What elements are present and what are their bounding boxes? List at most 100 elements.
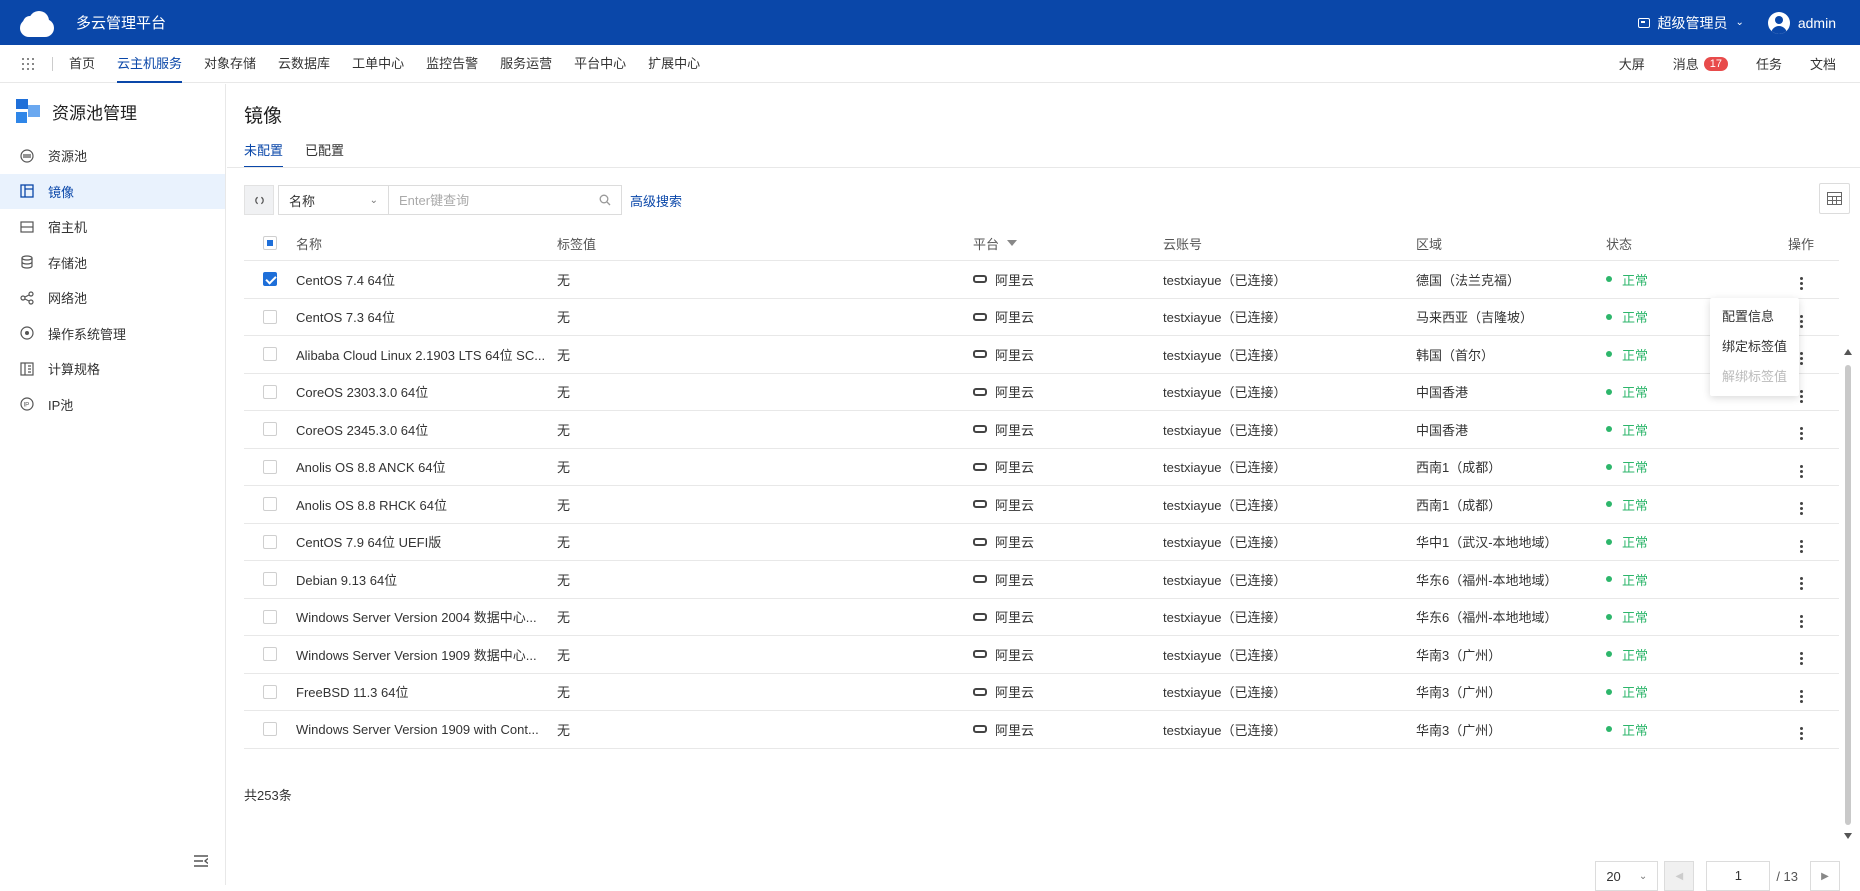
user-menu[interactable]: admin (1767, 11, 1836, 34)
more-actions-icon[interactable] (1799, 352, 1803, 366)
collapse-sidebar-icon[interactable] (194, 855, 208, 867)
menu-item[interactable]: 云数据库 (278, 45, 330, 83)
storage-icon (20, 255, 34, 269)
more-actions-icon[interactable] (1799, 502, 1803, 516)
sidebar-item[interactable]: 操作系统管理 (0, 316, 225, 352)
cell-account: testxiayue（已连接） (1163, 610, 1287, 626)
more-actions-icon[interactable] (1799, 614, 1803, 628)
row-checkbox[interactable] (263, 272, 277, 287)
filter-icon[interactable] (1007, 240, 1018, 246)
scroll-up-icon[interactable] (1844, 349, 1852, 355)
tab[interactable]: 已配置 (305, 140, 344, 168)
sidebar-item-label: 计算规格 (48, 362, 101, 378)
status-dot-icon (1606, 613, 1612, 620)
search-icon[interactable] (599, 194, 611, 206)
more-actions-icon[interactable] (1799, 314, 1803, 328)
more-actions-icon[interactable] (1799, 277, 1803, 291)
row-checkbox[interactable] (263, 609, 277, 624)
next-page-button[interactable]: ▶ (1810, 861, 1840, 891)
tab[interactable]: 未配置 (244, 140, 284, 168)
dropdown-item[interactable]: 绑定标签值 (1710, 332, 1799, 362)
dropdown-item[interactable]: 配置信息 (1710, 302, 1799, 332)
menu-item[interactable]: 对象存储 (204, 45, 256, 83)
row-checkbox[interactable] (263, 497, 277, 512)
menu-item[interactable]: 监控告警 (426, 45, 478, 83)
menu-item[interactable]: 扩展中心 (648, 45, 700, 83)
search-field-select[interactable]: 名称 ⌄ (278, 185, 389, 215)
table-row[interactable]: CentOS 7.3 64位 无 阿里云 testxiayue（已连接） 马来西亚（吉隆… (244, 299, 1839, 336)
menu-item[interactable]: 云主机服务 (117, 45, 183, 83)
menu-item[interactable]: 平台中心 (574, 45, 626, 83)
cell-region: 华南3（广州） (1416, 722, 1502, 738)
column-settings-button[interactable] (1819, 183, 1850, 214)
table-row[interactable]: Anolis OS 8.8 RHCK 64位 无 阿里云 testxiayue（已连接… (244, 486, 1839, 524)
table-row[interactable]: CentOS 7.4 64位 无 阿里云 testxiayue（已连接） 德国（法兰克福… (244, 261, 1839, 299)
docs-link[interactable]: 文档 (1810, 54, 1836, 73)
table-row[interactable]: CentOS 7.9 64位 UEFI版 无 阿里云 testxiayue（已连接） 华… (244, 524, 1839, 561)
menu-item[interactable]: 首页 (69, 45, 95, 83)
sidebar-item-label: 资源池 (48, 149, 88, 165)
cell-tag: 无 (557, 422, 571, 438)
row-checkbox[interactable] (263, 347, 277, 362)
tab-divider (227, 167, 1860, 168)
row-checkbox[interactable] (263, 684, 277, 699)
more-actions-icon[interactable] (1799, 577, 1803, 591)
cell-status: 正常 (1606, 720, 1771, 739)
messages-link[interactable]: 消息 17 (1673, 54, 1728, 73)
scrollbar-thumb[interactable] (1845, 365, 1851, 825)
more-actions-icon[interactable] (1799, 389, 1803, 403)
more-actions-icon[interactable] (1799, 689, 1803, 703)
search-input[interactable] (399, 192, 599, 208)
select-all-checkbox[interactable] (263, 236, 277, 250)
advanced-search-link[interactable]: 高级搜索 (630, 191, 682, 210)
table-row[interactable]: FreeBSD 11.3 64位 无 阿里云 testxiayue（已连接） 华南3（广… (244, 674, 1839, 711)
sidebar-item[interactable]: IP IP池 (0, 387, 225, 423)
apps-grid-icon[interactable] (22, 57, 34, 70)
menu-item[interactable]: 工单中心 (352, 45, 404, 83)
sidebar-item[interactable]: 镜像 (0, 173, 225, 209)
table-row[interactable]: Debian 9.13 64位 无 阿里云 testxiayue（已连接） 华东6（福州… (244, 561, 1839, 599)
tasks-link[interactable]: 任务 (1756, 54, 1782, 73)
cloud-logo-icon[interactable] (20, 9, 56, 37)
sidebar-item[interactable]: 网络池 (0, 280, 225, 316)
row-checkbox[interactable] (263, 572, 277, 587)
table-row[interactable]: Windows Server Version 2004 数据中心... 无 阿里云 t… (244, 599, 1839, 636)
table-row[interactable]: Alibaba Cloud Linux 2.1903 LTS 64位 SC...… (244, 336, 1839, 374)
row-checkbox[interactable] (263, 309, 277, 324)
table-row[interactable]: CoreOS 2303.3.0 64位 无 阿里云 testxiayue（已连接） 中国… (244, 374, 1839, 411)
menu-item[interactable]: 服务运营 (500, 45, 552, 83)
status-dot-icon (1606, 688, 1612, 695)
sidebar-item[interactable]: 计算规格 (0, 351, 225, 387)
cell-platform: 阿里云 (973, 420, 1163, 439)
cell-platform: 阿里云 (973, 495, 1163, 514)
row-checkbox[interactable] (263, 647, 277, 662)
table-row[interactable]: Windows Server Version 1909 数据中心... 无 阿里云 t… (244, 636, 1839, 674)
page-size-select[interactable]: 20 ⌄ (1595, 861, 1659, 891)
refresh-button[interactable] (244, 185, 274, 215)
row-checkbox[interactable] (263, 422, 277, 437)
cell-name: Alibaba Cloud Linux 2.1903 LTS 64位 SC... (296, 347, 546, 363)
scroll-down-icon[interactable] (1844, 833, 1852, 839)
table-scrollbar[interactable] (1844, 349, 1852, 839)
sidebar-item[interactable]: 存储池 (0, 245, 225, 281)
status-dot-icon (1606, 463, 1612, 470)
sidebar-item[interactable]: 资源池 (0, 138, 225, 174)
more-actions-icon[interactable] (1799, 652, 1803, 666)
row-checkbox[interactable] (263, 384, 277, 399)
more-actions-icon[interactable] (1799, 727, 1803, 741)
row-checkbox[interactable] (263, 722, 277, 737)
cloud-link-icon (973, 725, 987, 734)
table-row[interactable]: CoreOS 2345.3.0 64位 无 阿里云 testxiayue（已连接） 中国… (244, 411, 1839, 449)
big-screen-link[interactable]: 大屏 (1619, 54, 1645, 73)
sidebar-item[interactable]: 宿主机 (0, 209, 225, 245)
more-actions-icon[interactable] (1799, 427, 1803, 441)
prev-page-button[interactable]: ◀ (1664, 861, 1695, 891)
more-actions-icon[interactable] (1799, 539, 1803, 553)
more-actions-icon[interactable] (1799, 464, 1803, 478)
row-checkbox[interactable] (263, 534, 277, 549)
row-checkbox[interactable] (263, 459, 277, 474)
page-number-input[interactable]: 1 (1706, 861, 1771, 891)
role-switcher[interactable]: 超级管理员 ⌄ (1638, 13, 1744, 33)
table-row[interactable]: Anolis OS 8.8 ANCK 64位 无 阿里云 testxiayue（已连接… (244, 449, 1839, 486)
table-row[interactable]: Windows Server Version 1909 with Cont...… (244, 711, 1839, 749)
